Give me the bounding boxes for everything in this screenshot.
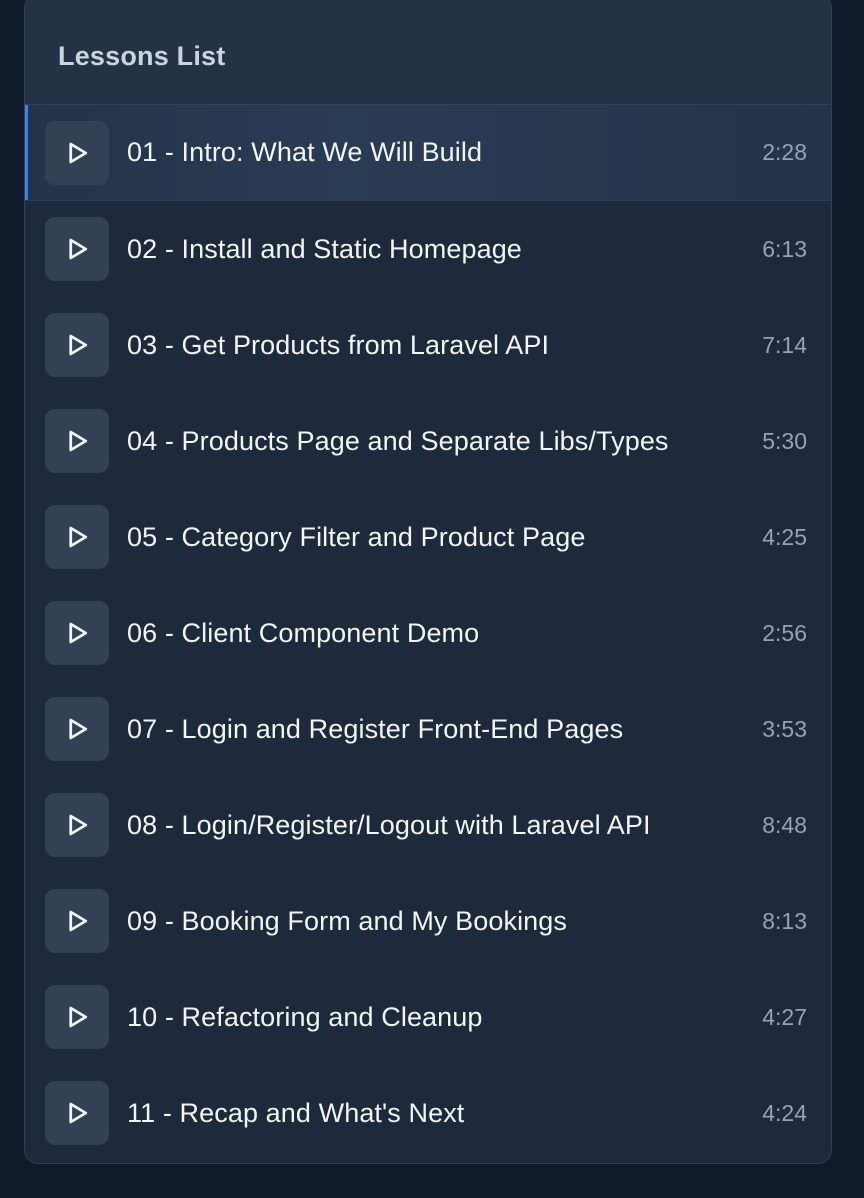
lesson-item-07[interactable]: 07 - Login and Register Front-End Pages … <box>25 681 831 777</box>
play-icon[interactable] <box>45 601 109 665</box>
play-icon[interactable] <box>45 505 109 569</box>
lesson-item-03[interactable]: 03 - Get Products from Laravel API 7:14 <box>25 297 831 393</box>
lesson-title: 11 - Recap and What's Next <box>127 1097 465 1128</box>
play-icon[interactable] <box>45 217 109 281</box>
lesson-title: 09 - Booking Form and My Bookings <box>127 905 568 936</box>
lesson-duration: 4:24 <box>762 1099 807 1126</box>
lesson-duration: 2:56 <box>762 619 807 646</box>
lesson-title: 10 - Refactoring and Cleanup <box>127 1001 483 1032</box>
lesson-item-08[interactable]: 08 - Login/Register/Logout with Laravel … <box>25 777 831 873</box>
lesson-title: 06 - Client Component Demo <box>127 617 480 648</box>
lesson-duration: 2:28 <box>762 139 807 165</box>
lesson-item-06[interactable]: 06 - Client Component Demo 2:56 <box>25 585 831 681</box>
lesson-item-10[interactable]: 10 - Refactoring and Cleanup 4:27 <box>25 969 831 1065</box>
lesson-item-09[interactable]: 09 - Booking Form and My Bookings 8:13 <box>25 873 831 969</box>
lesson-title: 07 - Login and Register Front-End Pages <box>127 713 624 744</box>
play-icon[interactable] <box>45 889 109 953</box>
lesson-title: 02 - Install and Static Homepage <box>127 233 522 264</box>
lesson-title: 08 - Login/Register/Logout with Laravel … <box>127 809 651 840</box>
lesson-list: 01 - Intro: What We Will Build 2:28 02 -… <box>25 105 831 1161</box>
lesson-duration: 5:30 <box>762 427 807 454</box>
play-icon[interactable] <box>45 793 109 857</box>
play-icon[interactable] <box>45 120 109 185</box>
play-icon[interactable] <box>45 409 109 473</box>
panel-header: Lessons List <box>25 0 831 105</box>
lesson-duration: 4:27 <box>762 1003 807 1030</box>
lesson-item-02[interactable]: 02 - Install and Static Homepage 6:13 <box>25 201 831 297</box>
panel-title: Lessons List <box>58 41 226 71</box>
play-icon[interactable] <box>45 985 109 1049</box>
lesson-title: 05 - Category Filter and Product Page <box>127 521 586 552</box>
play-icon[interactable] <box>45 697 109 761</box>
lesson-duration: 6:13 <box>762 235 807 262</box>
lesson-title: 04 - Products Page and Separate Libs/Typ… <box>127 425 669 456</box>
lesson-duration: 8:13 <box>762 907 807 934</box>
lessons-panel: Lessons List 01 - Intro: What We Will Bu… <box>24 0 832 1164</box>
lesson-duration: 4:25 <box>762 523 807 550</box>
lesson-duration: 3:53 <box>762 715 807 742</box>
lesson-item-04[interactable]: 04 - Products Page and Separate Libs/Typ… <box>25 393 831 489</box>
lesson-item-05[interactable]: 05 - Category Filter and Product Page 4:… <box>25 489 831 585</box>
lesson-item-11[interactable]: 11 - Recap and What's Next 4:24 <box>25 1065 831 1161</box>
play-icon[interactable] <box>45 1081 109 1145</box>
lesson-duration: 7:14 <box>762 331 807 358</box>
lesson-duration: 8:48 <box>762 811 807 838</box>
play-icon[interactable] <box>45 313 109 377</box>
lesson-item-01[interactable]: 01 - Intro: What We Will Build 2:28 <box>25 105 831 201</box>
lesson-title: 01 - Intro: What We Will Build <box>127 137 483 167</box>
lesson-title: 03 - Get Products from Laravel API <box>127 329 550 360</box>
